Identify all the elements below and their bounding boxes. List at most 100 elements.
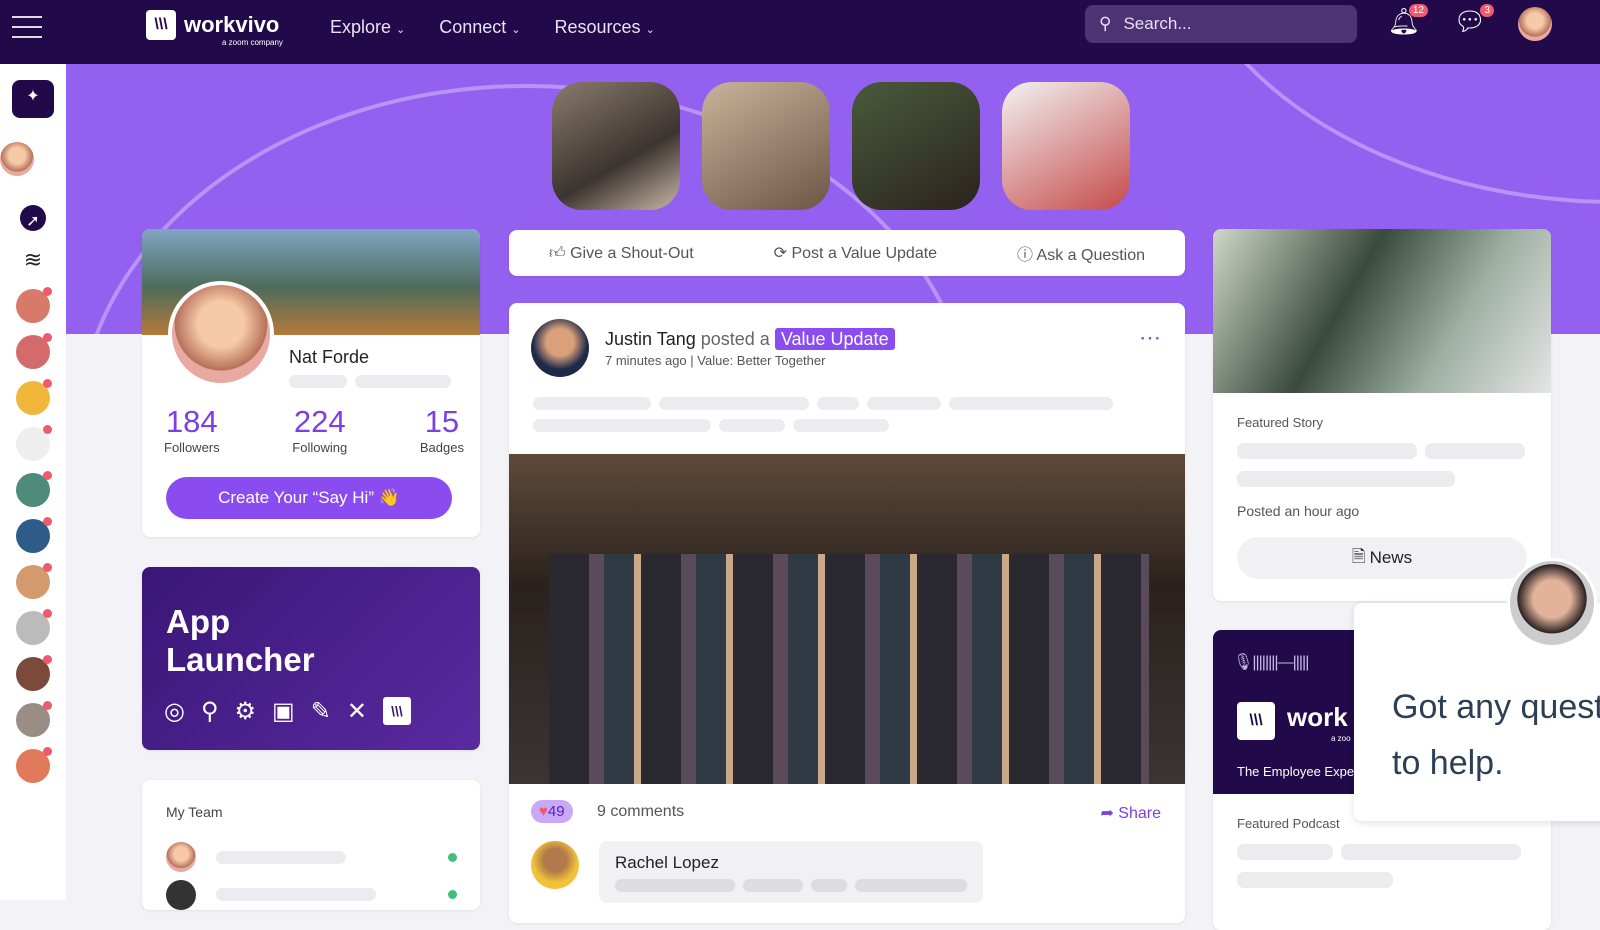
document-icon: 🗎 xyxy=(1351,546,1366,566)
action-label: Give a Shout-Out xyxy=(570,244,694,262)
sidebar-space[interactable] xyxy=(16,333,52,369)
value-update-icon: ⟳ xyxy=(773,245,792,262)
post-value-update-button[interactable]: ⟳ Post a Value Update xyxy=(774,243,937,263)
brand-name: workvivo xyxy=(184,12,280,37)
camera-icon[interactable] xyxy=(16,609,52,645)
gear-icon[interactable]: ⚙ xyxy=(235,697,257,726)
podcast-brand: work xyxy=(1287,702,1348,732)
my-team-card: My Team xyxy=(142,780,480,910)
app-launcher-card[interactable]: App Launcher ◎ ⚲ ⚙ ▣ ✎ ✕ \\\ xyxy=(142,567,480,750)
post-photo[interactable] xyxy=(509,454,1185,784)
value-update-tag[interactable]: Value Update xyxy=(774,328,895,350)
microphone-icon: 🎙︎||||||||—||||| xyxy=(1233,654,1309,671)
briefcase-icon[interactable]: ▣ xyxy=(272,697,295,726)
post-verb: posted a xyxy=(700,329,770,349)
share-button[interactable]: ➦ Share xyxy=(1100,803,1161,823)
story-thumbnail[interactable] xyxy=(1002,82,1130,210)
aperture-icon[interactable]: ◎ xyxy=(164,697,185,726)
thumbs-up-icon: 👍︎ xyxy=(548,244,571,262)
bell-icon[interactable]: 🔔︎ 12 xyxy=(1386,4,1428,42)
nav-connect[interactable]: Connect ⌄ xyxy=(439,17,520,38)
post-author[interactable]: Justin Tang xyxy=(605,329,696,349)
message-badge: 3 xyxy=(1480,4,1494,17)
stat-label: Followers xyxy=(164,440,220,455)
search-icon: ⚲ xyxy=(1099,14,1112,33)
following-stat[interactable]: 224 Following xyxy=(292,404,347,455)
followers-stat[interactable]: 184 Followers xyxy=(164,404,220,455)
lock-icon[interactable] xyxy=(16,517,52,553)
profile-name: Nat Forde xyxy=(289,347,370,367)
stat-value: 224 xyxy=(293,404,346,439)
headphones-icon[interactable] xyxy=(16,379,52,415)
chat-agent-avatar[interactable] xyxy=(1507,558,1597,648)
globe-icon[interactable] xyxy=(16,471,52,507)
compass-icon[interactable]: ➚ xyxy=(20,205,46,231)
commenter-avatar[interactable] xyxy=(531,841,579,889)
app-launcher-title: App xyxy=(166,603,231,640)
featured-podcast-label: Featured Podcast xyxy=(1237,816,1340,831)
nav-label: Explore xyxy=(330,17,392,37)
sidebar-space[interactable] xyxy=(16,701,52,737)
post-value: | Value: Better Together xyxy=(690,353,826,368)
team-member-avatar[interactable] xyxy=(166,842,196,872)
ai-sparkle-icon[interactable]: ✦ xyxy=(12,80,54,118)
action-label: Ask a Question xyxy=(1036,247,1146,264)
chevron-down-icon: ⌄ xyxy=(396,24,406,36)
search-icon[interactable]: ⚲ xyxy=(201,697,219,726)
chat-icon[interactable]: 💬︎ 3 xyxy=(1452,4,1494,42)
profile-card: Nat Forde 184 Followers 224 Following 15 Ba… xyxy=(142,229,480,537)
online-indicator xyxy=(448,853,457,862)
post-card: Justin Tang posted a Value Update 7 minu… xyxy=(509,303,1185,923)
story-thumbnail[interactable] xyxy=(702,82,830,210)
nav-resources[interactable]: Resources ⌄ xyxy=(555,17,655,38)
search-input[interactable]: ⚲ Search... xyxy=(1085,5,1357,43)
chat-message: Got any quest xyxy=(1392,688,1600,726)
search-placeholder: Search... xyxy=(1123,14,1192,33)
badges-stat[interactable]: 15 Badges xyxy=(420,404,464,455)
comments-link[interactable]: 9 comments xyxy=(597,803,684,821)
sidebar: ✦ ➚ ≋ xyxy=(0,64,66,900)
share-icon: ➦ xyxy=(1100,805,1119,822)
say-hi-button[interactable]: Create Your “Say Hi” 👋 xyxy=(166,477,452,519)
podcast-brand-sub: a zoo xyxy=(1331,734,1351,743)
notification-badge: 12 xyxy=(1408,4,1428,17)
give-shout-out-button[interactable]: 👍︎ Give a Shout-Out xyxy=(549,244,694,263)
nav-explore[interactable]: Explore ⌄ xyxy=(330,17,405,38)
author-avatar[interactable] xyxy=(531,319,589,377)
stat-label: Badges xyxy=(419,440,464,455)
nav-label: Resources xyxy=(554,17,641,37)
nav-label: Connect xyxy=(439,17,507,37)
form-icon[interactable]: ✎ xyxy=(311,697,331,726)
sidebar-space[interactable] xyxy=(16,563,52,599)
featured-story-label: Featured Story xyxy=(1237,415,1323,430)
sidebar-space[interactable] xyxy=(16,655,52,691)
user-avatar[interactable] xyxy=(1518,7,1552,41)
more-options-icon[interactable]: ⋯ xyxy=(1139,325,1161,351)
brand-logo[interactable]: \\\ workvivo a zoom company xyxy=(146,10,283,47)
like-count[interactable]: ♥49 xyxy=(531,800,573,823)
logo-mark: \\\ xyxy=(1237,702,1275,740)
team-member-avatar[interactable] xyxy=(166,880,196,910)
heart-icon: ♥ xyxy=(539,803,548,820)
sidebar-space[interactable] xyxy=(16,747,52,783)
commenter-name: Rachel Lopez xyxy=(615,853,719,872)
workvivo-icon[interactable]: \\\ xyxy=(382,697,411,725)
stat-value: 184 xyxy=(165,404,218,439)
stat-label: Following xyxy=(292,440,348,455)
story-thumbnail[interactable] xyxy=(852,82,980,210)
post-actions-bar: 👍︎ Give a Shout-Out ⟳ Post a Value Updat… xyxy=(509,230,1185,276)
news-button[interactable]: 🗎 News xyxy=(1237,537,1527,579)
tools-icon[interactable]: ✕ xyxy=(347,697,367,726)
brand-sub: a zoom company xyxy=(222,38,283,47)
ask-question-button[interactable]: ⓘ Ask a Question xyxy=(1017,241,1145,265)
sidebar-space[interactable] xyxy=(16,425,52,461)
menu-icon[interactable] xyxy=(12,16,42,38)
logo-mark: \\\ xyxy=(146,10,176,40)
post-time: 7 minutes ago xyxy=(605,353,687,368)
layers-icon[interactable]: ≋ xyxy=(16,243,50,277)
sidebar-profile[interactable] xyxy=(0,142,34,176)
featured-story-card[interactable]: Featured Story Posted an hour ago 🗎 News xyxy=(1213,229,1551,601)
story-thumbnail[interactable] xyxy=(552,82,680,210)
top-bar: \\\ workvivo a zoom company Explore ⌄ Con… xyxy=(0,0,1600,64)
sidebar-space[interactable] xyxy=(16,287,52,323)
